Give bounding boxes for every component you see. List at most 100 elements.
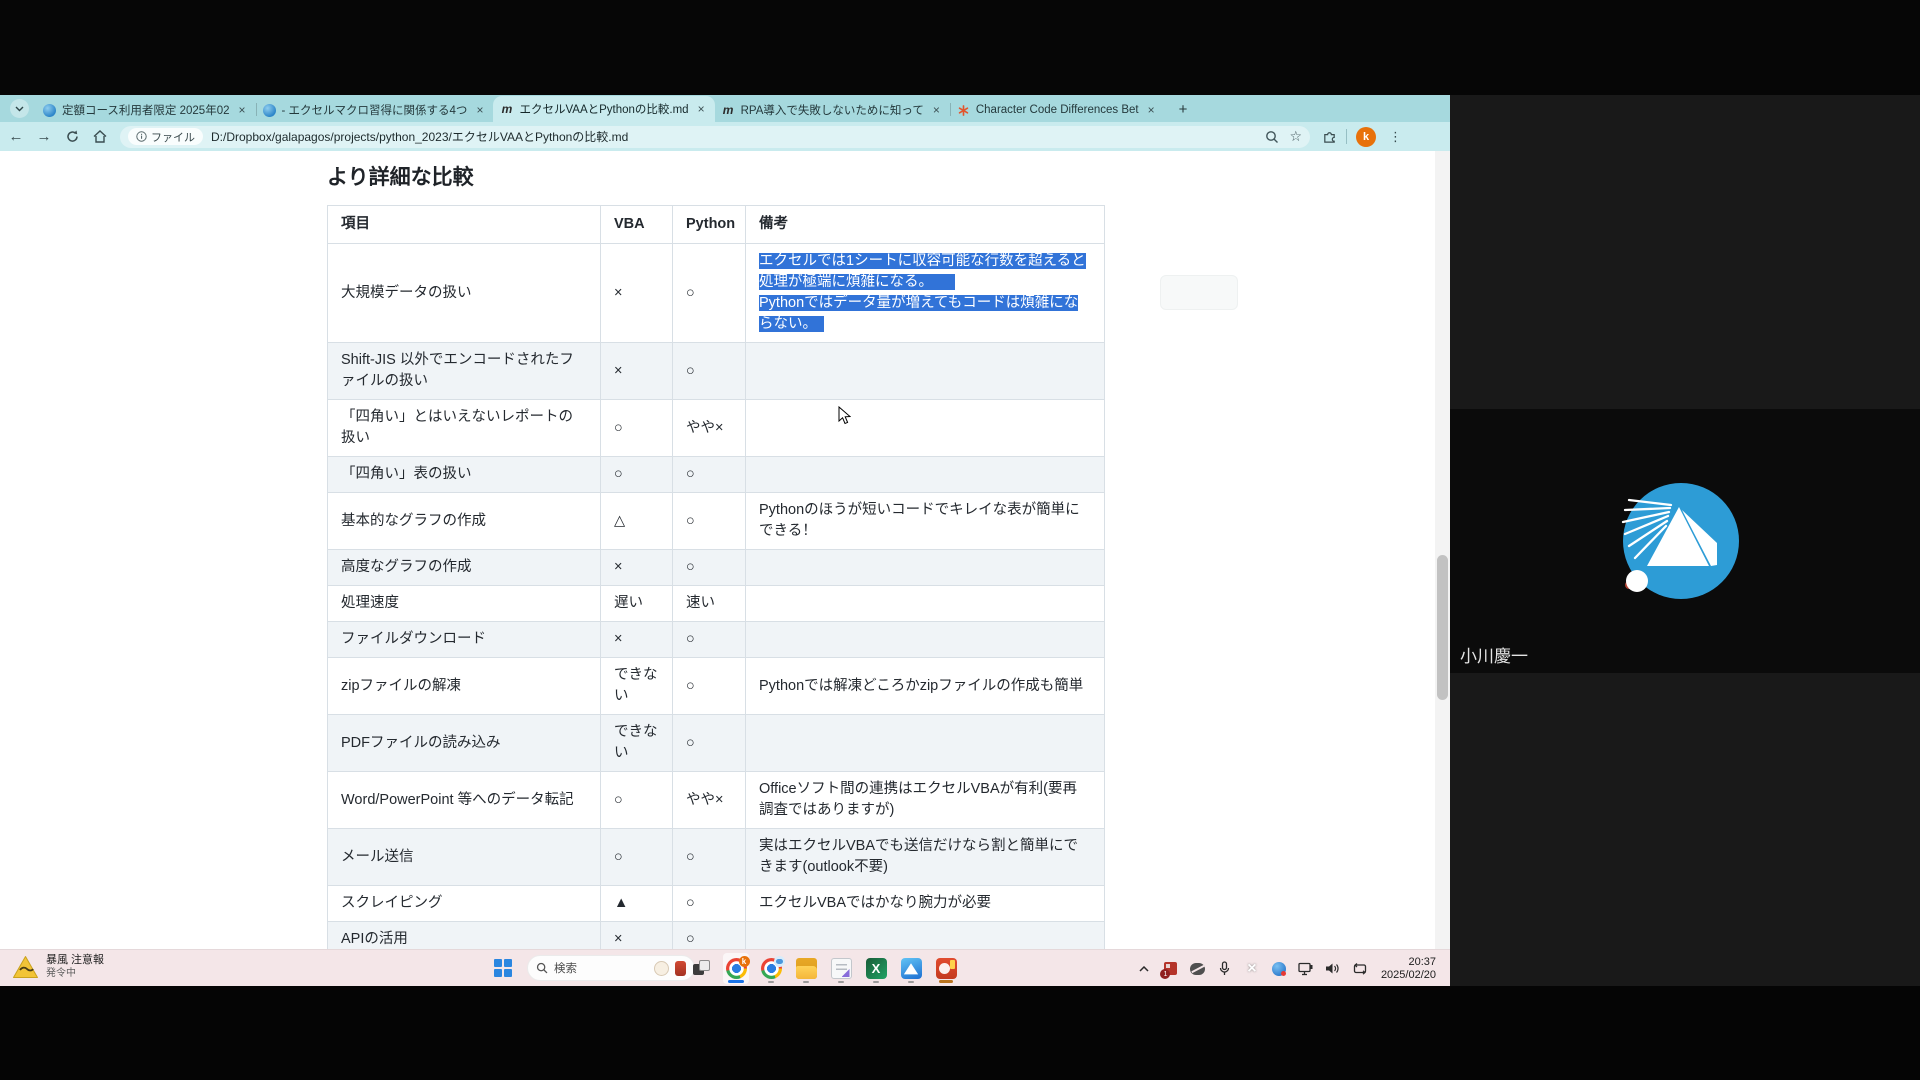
table-header-row: 項目 VBA Python 備考	[328, 206, 1105, 244]
header-item: 項目	[328, 206, 601, 244]
python-cell: ○	[673, 922, 746, 950]
extensions-icon[interactable]	[1322, 129, 1337, 144]
tab-search-button[interactable]	[10, 99, 29, 118]
faint-widget	[1160, 275, 1238, 310]
vba-cell: 遅い	[601, 586, 673, 622]
meeting-panel: 小川慶一	[1450, 95, 1920, 1080]
speaker-icon[interactable]	[1324, 960, 1342, 978]
menu-kebab-icon[interactable]: ⋮	[1385, 129, 1406, 145]
task-view-icon	[691, 958, 712, 979]
tab-close-button[interactable]: ×	[930, 103, 943, 117]
tab-title: Character Code Differences Bet	[976, 104, 1139, 116]
hidden-icons-chevron[interactable]	[1135, 960, 1153, 978]
muted-blob-icon[interactable]	[1189, 960, 1207, 978]
python-cell: やや×	[673, 772, 746, 829]
python-cell: ○	[673, 622, 746, 658]
item-cell: ファイルダウンロード	[328, 622, 601, 658]
item-cell: PDFファイルの読み込み	[328, 715, 601, 772]
chevron-down-icon	[15, 106, 24, 112]
home-icon	[93, 130, 107, 143]
globe-app-icon[interactable]	[1270, 960, 1288, 978]
tab-title: - エクセルマクロ習得に関係する4つ	[282, 102, 468, 118]
start-button[interactable]	[494, 959, 513, 978]
search-highlight-doll-icon[interactable]	[675, 961, 686, 976]
table-row: 処理速度遅い速い	[328, 586, 1105, 622]
toolbar-separator	[1346, 129, 1347, 144]
remark-cell	[746, 922, 1105, 950]
browser-tab-bar: 定額コース利用者限定 2025年02×- エクセルマクロ習得に関係する4つ×mエ…	[0, 95, 1450, 122]
remark-cell	[746, 622, 1105, 658]
remark-cell	[746, 550, 1105, 586]
item-cell: 高度なグラフの作成	[328, 550, 601, 586]
forward-button[interactable]: →	[32, 125, 56, 149]
vba-cell: ▲	[601, 886, 673, 922]
ime-swap-icon[interactable]	[1351, 960, 1369, 978]
weather-alert-status: 発令中	[46, 967, 104, 981]
python-cell: ○	[673, 244, 746, 343]
scrollbar-thumb[interactable]	[1437, 555, 1448, 700]
close-x-icon[interactable]: ×	[1243, 960, 1261, 978]
tab-close-button[interactable]: ×	[473, 103, 486, 117]
browser-tab[interactable]: mRPA導入で失敗しないために知って×	[715, 98, 950, 122]
python-cell: ○	[673, 493, 746, 550]
display-icon[interactable]	[1297, 960, 1315, 978]
red-app-button[interactable]	[933, 953, 959, 984]
item-cell: 「四角い」とはいえないレポートの扱い	[328, 400, 601, 457]
task-view-button[interactable]	[688, 953, 714, 984]
python-cell: ○	[673, 658, 746, 715]
back-button[interactable]: ←	[4, 125, 28, 149]
browser-tab[interactable]: 定額コース利用者限定 2025年02×	[36, 98, 256, 122]
file-scheme-chip[interactable]: ファイル	[128, 128, 203, 145]
address-bar[interactable]: ファイル D:/Dropbox/galapagos/projects/pytho…	[120, 126, 1310, 148]
reload-button[interactable]	[60, 125, 84, 149]
python-cell: ○	[673, 343, 746, 400]
clock-time: 20:37	[1408, 956, 1436, 969]
tab-close-button[interactable]: ×	[236, 103, 249, 117]
item-cell: 「四角い」表の扱い	[328, 457, 601, 493]
page-scrollbar[interactable]	[1435, 151, 1450, 949]
tab-close-button[interactable]: ×	[695, 102, 708, 116]
vba-cell: ×	[601, 343, 673, 400]
bookmark-star-icon[interactable]: ☆	[1289, 128, 1302, 145]
vba-cell: できない	[601, 658, 673, 715]
browser-tab[interactable]: - エクセルマクロ習得に関係する4つ ×	[256, 98, 494, 122]
item-cell: Shift-JIS 以外でエンコードされたファイルの扱い	[328, 343, 601, 400]
remark-cell: Pythonのほうが短いコードでキレイな表が簡単にできる！	[746, 493, 1105, 550]
letterbox-bottom	[0, 986, 1920, 1080]
notification-app-icon[interactable]: 1	[1162, 960, 1180, 978]
tray-badge-count: 1	[1160, 969, 1170, 979]
excel-button[interactable]: X	[863, 953, 889, 984]
browser-tab[interactable]: Character Code Differences Bet ×	[950, 98, 1165, 122]
remark-text: エクセルVBAではかなり腕力が必要	[759, 895, 991, 911]
browser-toolbar: ← → ファイル D:/Dropbox/galapagos/projects/p…	[0, 122, 1450, 151]
scheme-chip-label: ファイル	[151, 129, 195, 145]
file-explorer-icon	[796, 958, 817, 979]
browser-tab[interactable]: mエクセルVAAとPythonの比較.md×	[493, 96, 714, 122]
search-highlight-mask-icon[interactable]	[654, 961, 669, 976]
remark-cell	[746, 400, 1105, 457]
table-row: 「四角い」表の扱い○○	[328, 457, 1105, 493]
taskbar-search[interactable]: 検索	[527, 955, 695, 981]
tray-clock[interactable]: 20:37 2025/02/20	[1381, 956, 1436, 982]
speaker-video-tile[interactable]: 小川慶一	[1450, 409, 1920, 673]
chrome-profile2-button[interactable]	[758, 953, 784, 984]
zoom-icon[interactable]	[1265, 130, 1279, 144]
table-row: Shift-JIS 以外でエンコードされたファイルの扱い×○	[328, 343, 1105, 400]
microphone-icon[interactable]	[1216, 960, 1234, 978]
notepad-button[interactable]	[828, 953, 854, 984]
chrome-icon	[761, 958, 782, 979]
new-tab-button[interactable]: +	[1173, 101, 1194, 118]
vba-cell: △	[601, 493, 673, 550]
file-explorer-button[interactable]	[793, 953, 819, 984]
item-cell: zipファイルの解凍	[328, 658, 601, 715]
tab-close-button[interactable]: ×	[1145, 103, 1158, 117]
taskbar-apps: k X	[688, 953, 959, 984]
chrome-profile1-button[interactable]: k	[723, 953, 749, 984]
tab-title: エクセルVAAとPythonの比較.md	[519, 101, 688, 117]
profile-avatar[interactable]: k	[1356, 127, 1376, 147]
system-tray: 1 × 20:37 2025/02/20	[1135, 950, 1436, 987]
photos-button[interactable]	[898, 953, 924, 984]
weather-widget[interactable]: 暴風 注意報 発令中	[12, 953, 104, 981]
home-button[interactable]	[88, 125, 112, 149]
reload-icon	[66, 130, 79, 143]
